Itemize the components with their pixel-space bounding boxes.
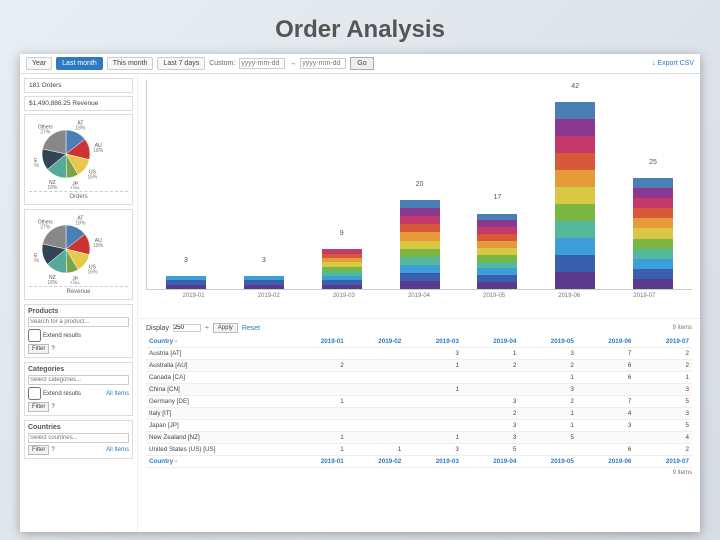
extend-categories-check[interactable]: [28, 387, 41, 400]
col-header[interactable]: 2019-03: [404, 456, 462, 468]
svg-text:18%: 18%: [47, 280, 58, 284]
apply-button[interactable]: Apply: [213, 323, 238, 333]
extend-label: Extend results: [43, 391, 81, 397]
revenue-pie-chart: AT18%AU18%US16%JP10%NZ18%DE18%Others27%: [34, 214, 124, 284]
categories-filter-title: Categories: [28, 366, 129, 373]
custom-label: Custom:: [209, 60, 235, 67]
go-button[interactable]: Go: [350, 57, 373, 70]
products-filter: Products Extend results Filter?: [24, 304, 133, 358]
svg-text:18%: 18%: [34, 258, 39, 264]
orders-pie-label: Orders: [29, 191, 128, 200]
col-header[interactable]: 2019-06: [577, 456, 635, 468]
product-search-input[interactable]: [28, 317, 129, 327]
main-area: 33920174225 2019-012019-022019-032019-04…: [138, 74, 700, 532]
table-row[interactable]: Canada [CA]161: [146, 372, 692, 384]
svg-text:16%: 16%: [87, 270, 98, 276]
extend-products-check[interactable]: [28, 329, 41, 342]
table-row[interactable]: Germany [DE]13275: [146, 396, 692, 408]
table-row[interactable]: Austria [AT]31372: [146, 348, 692, 360]
help-icon[interactable]: ?: [51, 346, 54, 352]
col-header[interactable]: Country•: [146, 336, 289, 348]
svg-text:18%: 18%: [75, 125, 86, 131]
orders-pie-chart: AT18%AU18%US16%JP10%NZ18%DE18%Others27%: [34, 119, 124, 189]
col-header[interactable]: 2019-06: [577, 336, 635, 348]
col-header[interactable]: 2019-05: [519, 456, 577, 468]
table-row[interactable]: Japan [JP]3135: [146, 420, 692, 432]
revenue-pie-label: Revenue: [29, 286, 128, 295]
all-items-link[interactable]: All Items: [106, 391, 129, 397]
orders-pie: AT18%AU18%US16%JP10%NZ18%DE18%Others27% …: [24, 114, 133, 205]
table-row[interactable]: Australia [AU]212262: [146, 360, 692, 372]
table-row[interactable]: New Zealand [NZ]11354: [146, 432, 692, 444]
products-filter-title: Products: [28, 308, 129, 315]
date-toolbar: Year Last month This month Last 7 days C…: [20, 54, 700, 74]
svg-text:27%: 27%: [40, 224, 51, 230]
date-to-input[interactable]: [300, 58, 346, 69]
svg-text:18%: 18%: [47, 185, 58, 189]
table-footer-row: Country•2019-012019-022019-032019-042019…: [146, 456, 692, 468]
col-header[interactable]: Country•: [146, 456, 289, 468]
countries-filter-title: Countries: [28, 424, 129, 431]
table-row[interactable]: China [CN]133: [146, 384, 692, 396]
country-table: Country•2019-012019-022019-032019-042019…: [146, 336, 692, 468]
category-select-input[interactable]: [28, 375, 129, 385]
country-select-input[interactable]: [28, 433, 129, 443]
col-header[interactable]: 2019-05: [519, 336, 577, 348]
col-header[interactable]: 2019-07: [634, 456, 692, 468]
sidebar: 181 Orders $1,490,886.25 Revenue AT18%AU…: [20, 74, 138, 532]
col-header[interactable]: 2019-01: [289, 456, 347, 468]
col-header[interactable]: 2019-01: [289, 336, 347, 348]
tab-last-month[interactable]: Last month: [56, 57, 103, 70]
filter-products-button[interactable]: Filter: [28, 344, 49, 354]
svg-text:18%: 18%: [34, 163, 39, 169]
all-items-link[interactable]: All Items: [106, 447, 129, 453]
table-row[interactable]: United States (US) [US]113562: [146, 444, 692, 456]
display-count-input[interactable]: [173, 324, 201, 332]
svg-text:27%: 27%: [40, 129, 51, 135]
help-icon[interactable]: ?: [51, 404, 54, 410]
stacked-bar-chart: 33920174225: [146, 80, 692, 290]
filter-countries-button[interactable]: Filter: [28, 445, 49, 455]
col-header[interactable]: 2019-02: [347, 336, 405, 348]
help-icon[interactable]: ?: [51, 447, 54, 453]
extend-label: Extend results: [43, 333, 81, 339]
date-from-input[interactable]: [239, 58, 285, 69]
item-count: 9 items: [673, 325, 692, 331]
svg-text:10%: 10%: [69, 187, 80, 189]
col-header[interactable]: 2019-02: [347, 456, 405, 468]
table-area: Display ÷ Apply Reset 9 items Country•20…: [138, 319, 700, 532]
col-header[interactable]: 2019-03: [404, 336, 462, 348]
bar-chart-area: 33920174225 2019-012019-022019-032019-04…: [138, 74, 700, 319]
date-sep: →: [289, 60, 296, 67]
item-count-bottom: 9 items: [146, 470, 692, 476]
col-header[interactable]: 2019-07: [634, 336, 692, 348]
reset-link[interactable]: Reset: [242, 325, 260, 332]
tab-last-7-days[interactable]: Last 7 days: [157, 57, 205, 70]
col-header[interactable]: 2019-04: [462, 336, 520, 348]
filter-categories-button[interactable]: Filter: [28, 402, 49, 412]
orders-stat: 181 Orders: [24, 78, 133, 93]
export-csv-link[interactable]: ↓ Export CSV: [652, 60, 694, 67]
tab-this-month[interactable]: This month: [107, 57, 154, 70]
svg-text:18%: 18%: [93, 148, 104, 154]
x-axis-labels: 2019-012019-022019-032019-042019-052019-…: [146, 293, 692, 299]
countries-filter: Countries Filter? All Items: [24, 420, 133, 459]
revenue-pie: AT18%AU18%US16%JP10%NZ18%DE18%Others27% …: [24, 209, 133, 300]
svg-text:16%: 16%: [87, 175, 98, 181]
display-label: Display: [146, 325, 169, 332]
table-row[interactable]: Italy [IT]2143: [146, 408, 692, 420]
svg-text:18%: 18%: [93, 243, 104, 249]
table-header-row: Country•2019-012019-022019-032019-042019…: [146, 336, 692, 348]
svg-text:10%: 10%: [69, 282, 80, 284]
table-body: Austria [AT]31372Australia [AU]212262Can…: [146, 348, 692, 456]
dashboard-panel: Year Last month This month Last 7 days C…: [20, 54, 700, 532]
svg-text:18%: 18%: [75, 220, 86, 226]
tab-year[interactable]: Year: [26, 57, 52, 70]
col-header[interactable]: 2019-04: [462, 456, 520, 468]
page-title: Order Analysis: [20, 16, 700, 44]
divide-label: ÷: [205, 325, 209, 332]
categories-filter: Categories Extend results All Items Filte…: [24, 362, 133, 416]
revenue-stat: $1,490,886.25 Revenue: [24, 96, 133, 111]
